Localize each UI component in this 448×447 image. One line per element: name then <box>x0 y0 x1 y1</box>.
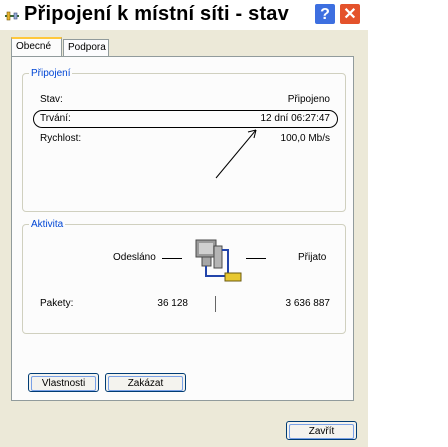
packets-label: Pakety: <box>40 298 74 309</box>
sent-label: Odesláno <box>113 252 156 263</box>
title-bar[interactable]: Připojení k místní síti - stav ? ✕ <box>0 0 368 30</box>
received-dash <box>246 258 266 259</box>
duration-value: 12 dní 06:27:47 <box>260 113 330 124</box>
annotation-arrow <box>215 129 257 179</box>
connection-legend: Připojení <box>31 68 71 79</box>
packets-received-value: 3 636 887 <box>285 298 331 309</box>
status-label: Stav: <box>40 94 63 105</box>
activity-legend: Aktivita <box>31 219 64 230</box>
close-button-label: Zavřít <box>289 424 354 439</box>
activity-group: Aktivita <box>22 219 346 334</box>
properties-button-label: Vlastnosti <box>31 376 96 391</box>
disable-button[interactable]: Zakázat <box>105 373 186 392</box>
tab-support[interactable]: Podpora <box>63 39 109 56</box>
speed-value: 100,0 Mb/s <box>280 133 330 144</box>
properties-button[interactable]: Vlastnosti <box>28 373 99 392</box>
close-window-button[interactable]: ✕ <box>339 3 361 25</box>
network-computers-icon <box>195 239 242 282</box>
close-button[interactable]: Zavřít <box>286 421 357 440</box>
tab-general[interactable]: Obecné <box>11 37 62 56</box>
help-button[interactable]: ? <box>314 3 336 25</box>
network-connection-icon <box>5 11 19 21</box>
received-label: Přijato <box>298 252 327 263</box>
status-value: Připojeno <box>287 94 330 105</box>
window-title: Připojení k místní síti - stav <box>24 3 289 25</box>
duration-label: Trvání: <box>40 113 71 124</box>
speed-label: Rychlost: <box>40 133 82 144</box>
disable-button-label: Zakázat <box>108 376 183 391</box>
sent-dash <box>162 258 182 259</box>
packets-divider <box>215 296 216 312</box>
status-dialog: Připojení k místní síti - stav ? ✕ Obecn… <box>0 0 368 447</box>
packets-sent-value: 36 128 <box>157 298 188 309</box>
